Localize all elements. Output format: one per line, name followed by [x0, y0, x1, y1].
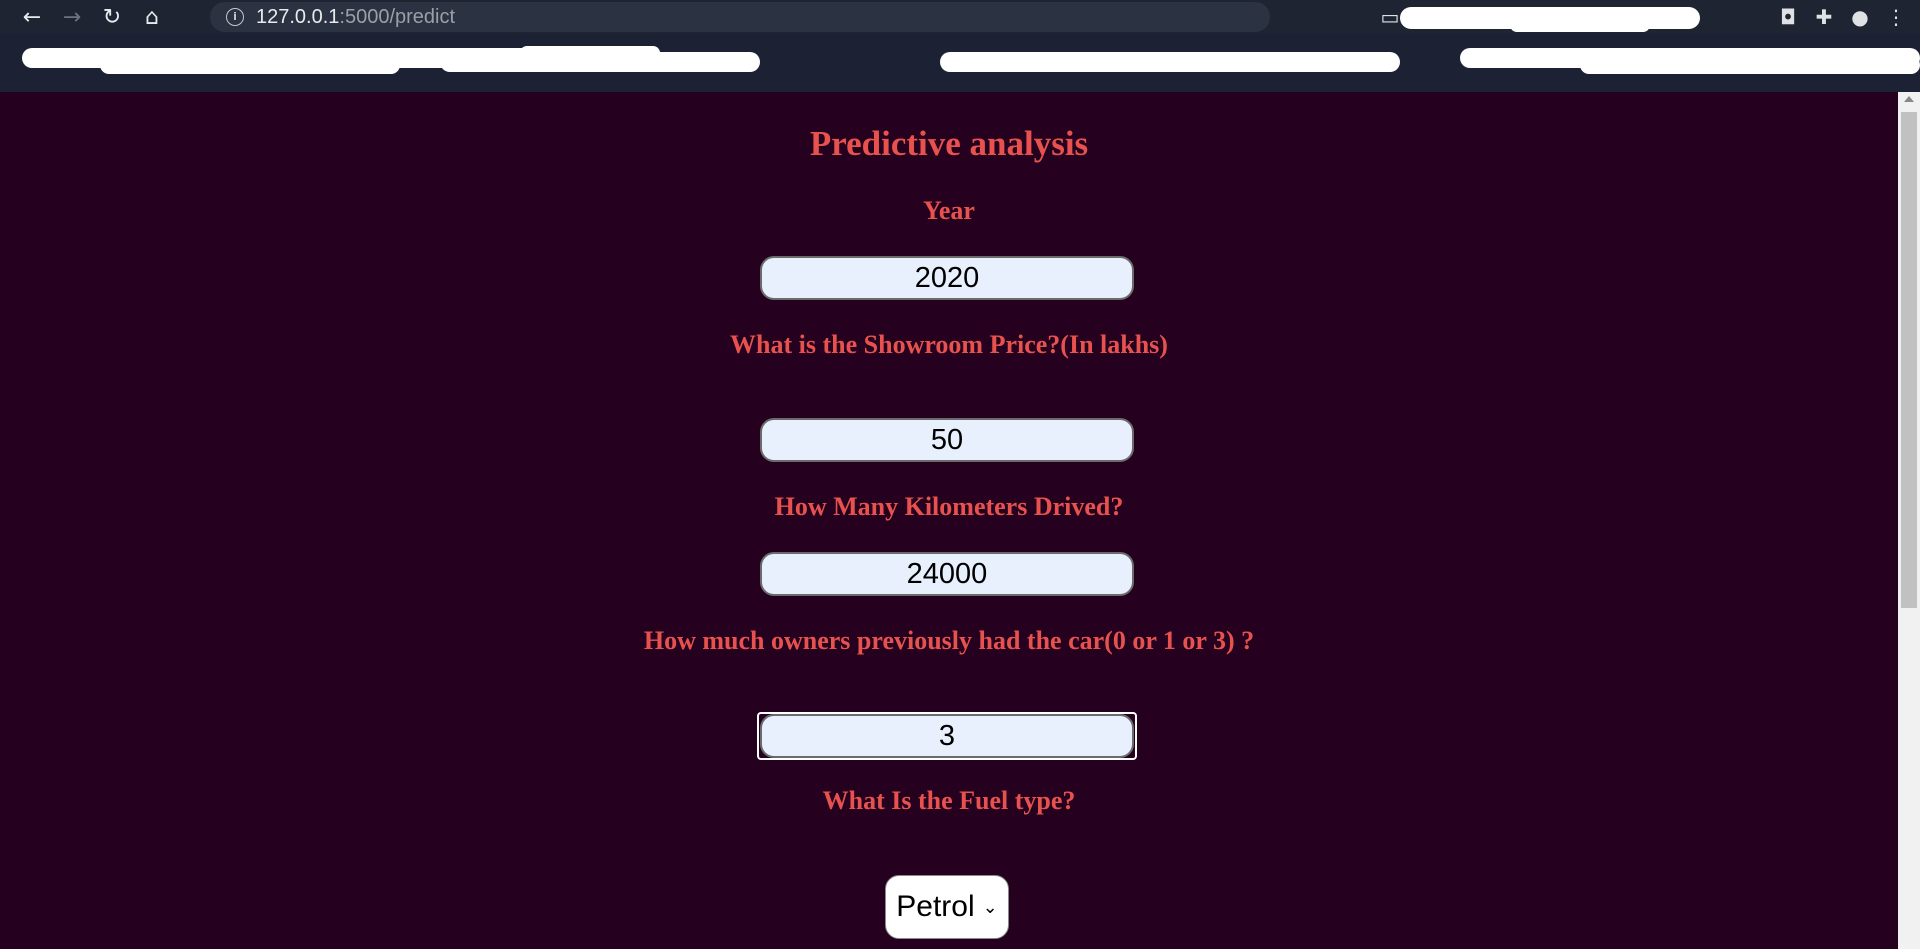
- kilometers-label: How Many Kilometers Drived?: [774, 492, 1124, 521]
- redaction-mark: [520, 46, 660, 60]
- showroom-price-input[interactable]: 50: [760, 418, 1134, 462]
- reload-icon[interactable]: ↻: [92, 0, 132, 34]
- address-bar[interactable]: i 127.0.0.1:5000/predict: [210, 2, 1270, 32]
- screen-capture-icon[interactable]: ◘: [1770, 0, 1806, 34]
- extensions-puzzle-icon[interactable]: ✚: [1806, 0, 1842, 34]
- url-path: :5000/predict: [339, 5, 456, 28]
- url-host: 127.0.0.1: [256, 5, 340, 28]
- redaction-mark: [100, 56, 400, 74]
- scroll-up-arrow-icon[interactable]: [1904, 96, 1914, 102]
- fuel-label: What Is the Fuel type?: [822, 786, 1076, 815]
- price-label: What is the Showroom Price?(In lakhs): [730, 330, 1168, 359]
- bookmarks-bar: [0, 34, 1920, 92]
- chevron-down-icon: ⌄: [982, 896, 998, 918]
- back-arrow-icon[interactable]: ←: [12, 0, 52, 34]
- page-content: Predictive analysis Year 2020 What is th…: [0, 92, 1898, 949]
- fuel-type-value: Petrol: [896, 890, 975, 923]
- forward-arrow-icon[interactable]: →: [52, 0, 92, 34]
- fuel-type-select[interactable]: Petrol ⌄: [885, 875, 1009, 939]
- home-icon[interactable]: ⌂: [132, 0, 172, 34]
- page-title: Predictive analysis: [809, 124, 1089, 163]
- redaction-mark: [940, 52, 1400, 72]
- year-label: Year: [923, 196, 975, 225]
- owners-label: How much owners previously had the car(0…: [643, 626, 1255, 655]
- owners-input[interactable]: 3: [760, 714, 1134, 758]
- info-icon[interactable]: i: [226, 8, 244, 26]
- profile-avatar-icon[interactable]: ●: [1842, 0, 1878, 34]
- menu-kebab-icon[interactable]: ⋮: [1878, 0, 1914, 34]
- redaction-mark: [1510, 18, 1650, 32]
- kilometers-input[interactable]: 24000: [760, 552, 1134, 596]
- scrollbar-thumb[interactable]: [1901, 112, 1917, 608]
- redaction-mark: [1580, 56, 1920, 74]
- vertical-scrollbar[interactable]: [1898, 92, 1920, 949]
- year-input[interactable]: 2020: [760, 256, 1134, 300]
